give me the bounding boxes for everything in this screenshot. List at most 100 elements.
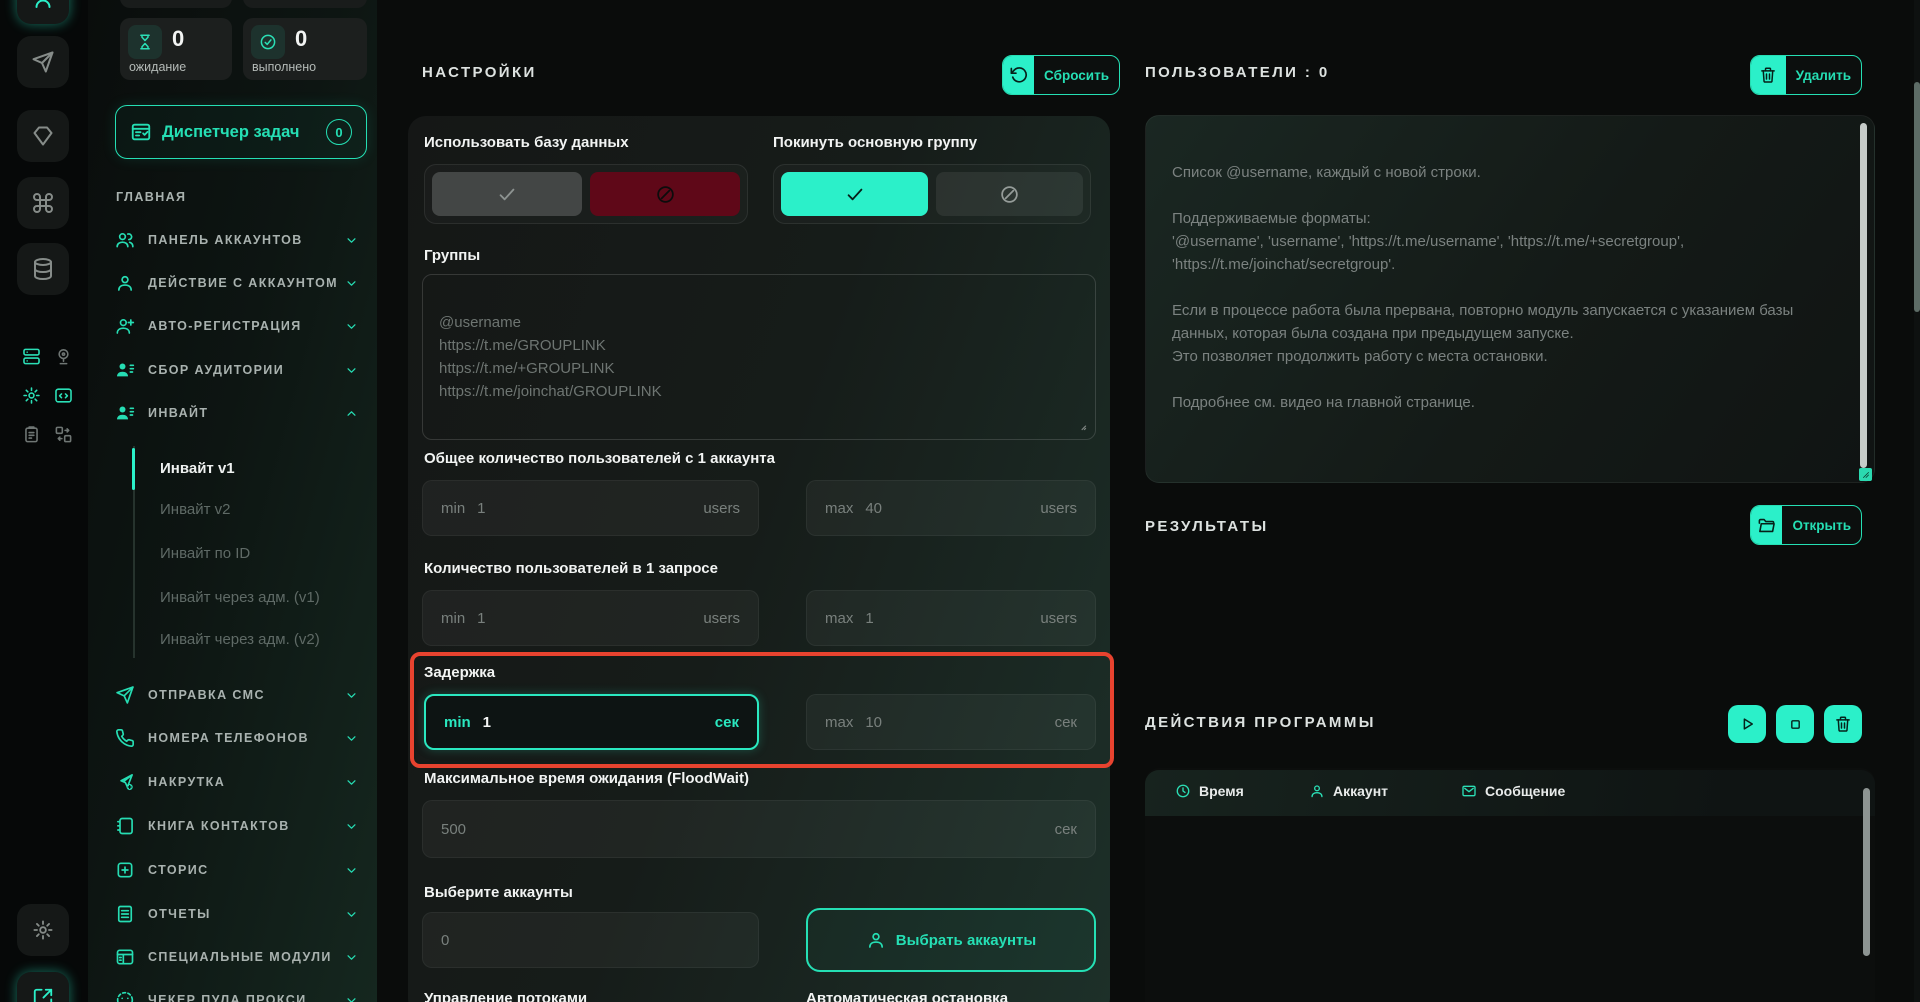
table-column-label: Сообщение [1485, 783, 1566, 799]
sidebar-item-книга-контактов[interactable]: КНИГА КОНТАКТОВ [88, 809, 377, 843]
total-users-min-input[interactable]: min 1 users [422, 480, 759, 536]
users-scrollbar-thumb[interactable] [1860, 123, 1867, 468]
submenu-item-инвайт-через-адм-v1-[interactable]: Инвайт через адм. (v1) [160, 582, 320, 612]
per-request-min-input[interactable]: min 1 users [422, 590, 759, 646]
sidebar-item-label: ОТЧЕТЫ [148, 907, 211, 921]
sidebar-item-отправка-смс[interactable]: ОТПРАВКА СМС [88, 678, 377, 712]
sidebar-item-номера-телефонов[interactable]: НОМЕРА ТЕЛЕФОНОВ [88, 721, 377, 755]
sidebar-item-отчеты[interactable]: ОТЧЕТЫ [88, 897, 377, 931]
delay-min-value: 1 [482, 713, 492, 731]
use-database-yes-button[interactable] [432, 172, 582, 216]
open-results-button[interactable]: Открыть [1750, 505, 1862, 545]
slash-circle-icon [999, 184, 1020, 205]
rail-server-icon[interactable] [20, 345, 42, 367]
total-users-max-input[interactable]: max 40 users [806, 480, 1096, 536]
accounts-count-input[interactable]: 0 [422, 912, 759, 968]
task-manager-button[interactable]: Диспетчер задач 0 [115, 105, 367, 159]
submenu-item-инвайт-v1[interactable]: Инвайт v1 [160, 453, 235, 483]
table-column-user[interactable]: Аккаунт [1309, 783, 1388, 799]
users-textarea[interactable]: Список @username, каждый с новой строки.… [1145, 115, 1875, 483]
check-icon [496, 183, 518, 205]
table-scrollbar-thumb[interactable] [1863, 788, 1870, 956]
play-button[interactable] [1728, 705, 1766, 743]
sidebar-item-сторис[interactable]: СТОРИС [88, 853, 377, 887]
delay-min-input[interactable]: min 1 сек [424, 694, 759, 750]
chevron-down-icon [344, 863, 359, 878]
total-users-max-value: 40 [865, 499, 883, 517]
users-resize-handle[interactable] [1859, 468, 1872, 481]
rail-clipboard-icon[interactable] [20, 423, 42, 445]
sidebar-item-label: ОТПРАВКА СМС [148, 688, 265, 702]
min-prefix: min [441, 609, 466, 627]
floodwait-input[interactable]: 500 сек [422, 800, 1096, 858]
page-scrollbar[interactable] [1914, 0, 1920, 1002]
rail-database-icon[interactable] [17, 243, 69, 295]
rail-logo-icon[interactable] [17, 0, 69, 24]
reset-button[interactable]: Сбросить [1002, 55, 1120, 95]
delay-label: Задержка [424, 664, 496, 681]
resize-grip-icon[interactable] [1078, 422, 1092, 436]
play-icon [1738, 715, 1756, 733]
choose-accounts-button[interactable]: Выбрать аккаунты [806, 908, 1096, 972]
rail-send-icon[interactable] [17, 36, 69, 88]
table-column-clock[interactable]: Время [1175, 783, 1244, 799]
rail-webcam-icon[interactable] [52, 345, 74, 367]
sidebar-item-главная[interactable]: ГЛАВНАЯ [88, 180, 377, 214]
submenu-item-инвайт-v2[interactable]: Инвайт v2 [160, 494, 230, 524]
table-column-mail[interactable]: Сообщение [1461, 783, 1565, 799]
users-unit: users [1040, 499, 1077, 517]
sidebar-item-авто-регистрация[interactable]: АВТО-РЕГИСТРАЦИЯ [88, 309, 377, 343]
chevron-down-icon [344, 819, 359, 834]
chevron-down-icon [344, 731, 359, 746]
user-plus-icon [115, 316, 135, 336]
stop-button[interactable] [1776, 705, 1814, 743]
report-icon [115, 904, 135, 924]
leave-group-yes-button[interactable] [781, 172, 928, 216]
groups-textarea[interactable]: @username https://t.me/GROUPLINK https:/… [422, 274, 1096, 440]
leave-group-label: Покинуть основную группу [773, 134, 978, 151]
sidebar-item-инвайт[interactable]: ИНВАЙТ [88, 396, 377, 430]
leave-group-no-button[interactable] [936, 172, 1083, 216]
sidebar-item-чекер-пула-прокси[interactable]: ЧЕКЕР ПУЛА ПРОКСИ [88, 983, 377, 1002]
per-request-max-input[interactable]: max 1 users [806, 590, 1096, 646]
sidebar-item-панель-аккаунтов[interactable]: ПАНЕЛЬ АККАУНТОВ [88, 223, 377, 257]
per-request-max-value: 1 [865, 609, 874, 627]
page-scrollbar-thumb[interactable] [1914, 82, 1920, 312]
submenu-item-инвайт-по-id[interactable]: Инвайт по ID [160, 538, 250, 568]
rail-code-icon[interactable] [52, 384, 74, 406]
user-icon [115, 273, 135, 293]
user-icon [1309, 783, 1325, 799]
rail-diamond-icon[interactable] [17, 110, 69, 162]
chevron-down-icon [344, 276, 359, 291]
use-database-no-button[interactable] [590, 172, 740, 216]
rail-gear-button[interactable] [17, 904, 69, 956]
send-plus-icon [115, 772, 135, 792]
sidebar-item-специальные-модули[interactable]: СПЕЦИАЛЬНЫЕ МОДУЛИ [88, 940, 377, 974]
submenu-item-инвайт-через-адм-v2-[interactable]: Инвайт через адм. (v2) [160, 624, 320, 654]
clear-log-button[interactable] [1824, 705, 1862, 743]
floodwait-value: 500 [441, 820, 467, 838]
leave-group-toggle [773, 164, 1091, 224]
check-icon [844, 183, 866, 205]
delay-max-input[interactable]: max 10 сек [806, 694, 1096, 750]
rail-gear-icon[interactable] [20, 384, 42, 406]
sidebar-item-label: НАКРУТКА [148, 775, 226, 789]
rail-panel-button[interactable] [17, 972, 69, 1002]
mail-icon [1461, 783, 1477, 799]
threads-label: Управление потоками [424, 990, 588, 1002]
sidebar-item-сбор-аудитории[interactable]: СБОР АУДИТОРИИ [88, 353, 377, 387]
delete-users-button[interactable]: Удалить [1750, 55, 1862, 95]
done-count: 0 [295, 26, 308, 51]
sidebar-item-действие-с-аккаунтом[interactable]: ДЕЙСТВИЕ С АККАУНТОМ [88, 266, 377, 300]
plus-square-icon [115, 860, 135, 880]
sidebar-item-label: АВТО-РЕГИСТРАЦИЯ [148, 319, 302, 333]
sidebar-item-накрутка[interactable]: НАКРУТКА [88, 765, 377, 799]
icon-rail [0, 0, 88, 1002]
rail-command-icon[interactable] [17, 177, 69, 229]
users-unit: users [703, 609, 740, 627]
cut-card [120, 0, 232, 8]
actions-title: ДЕЙСТВИЯ ПРОГРАММЫ [1145, 714, 1376, 731]
rail-swap-icon[interactable] [52, 423, 74, 445]
min-prefix: min [441, 499, 466, 517]
check-circle-icon [251, 25, 285, 59]
